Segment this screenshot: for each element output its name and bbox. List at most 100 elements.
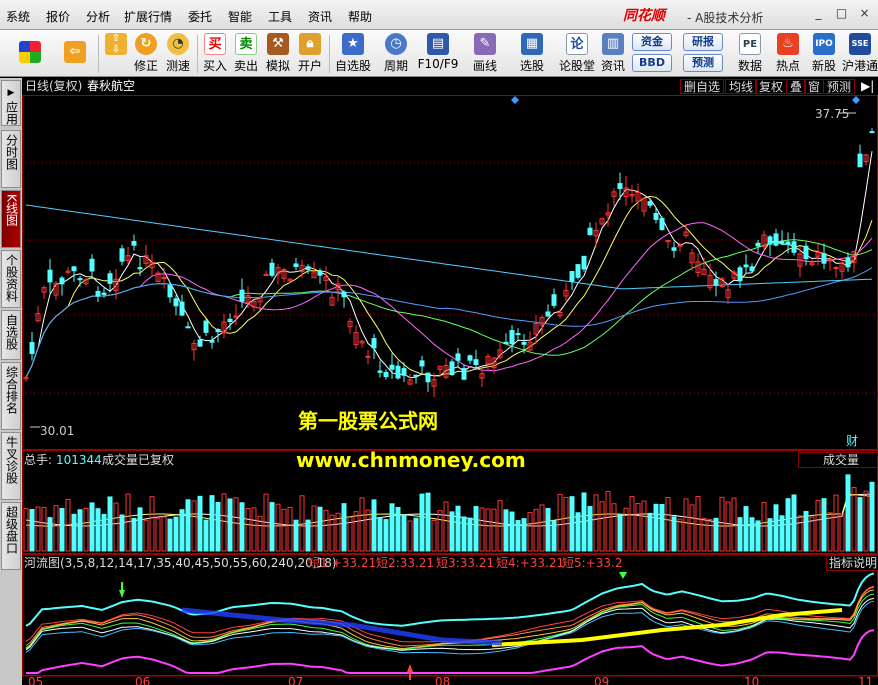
volume-bar	[137, 507, 143, 552]
candle-body	[857, 153, 863, 168]
collapse-panel-icon[interactable]: ▶|	[858, 79, 877, 94]
minimize-button[interactable]: _	[812, 7, 825, 20]
indicator-short1: 短1:+33.21	[308, 556, 377, 570]
toolbar-select-stock-button[interactable]: ▦ 选股	[512, 33, 552, 75]
fund-flow-button[interactable]: 资金	[632, 33, 672, 51]
toolbar-buy-button[interactable]: 买 买入	[200, 33, 230, 75]
close-button[interactable]: ×	[858, 7, 871, 20]
toolbar-open-account-button[interactable]: 🔒︎ 开户	[295, 33, 325, 75]
candle-body	[77, 278, 83, 281]
toolbar-shhk-button[interactable]: SSE 沪港通	[842, 33, 878, 75]
remove-watchlist-button[interactable]: 删自选	[680, 79, 725, 94]
volume-bar	[107, 496, 113, 552]
candle-body	[317, 270, 323, 276]
indicator-help-button[interactable]: 指标说明	[826, 555, 878, 571]
toolbar-fix-button[interactable]: ↻ 修正	[130, 33, 162, 75]
volume-bar	[149, 496, 155, 552]
volume-bar	[311, 505, 317, 552]
candle-body	[107, 273, 113, 284]
menu-tools[interactable]: 工具	[268, 8, 292, 25]
candle-body	[305, 266, 311, 270]
candle-body	[821, 253, 827, 264]
forecast-button[interactable]: 预测	[683, 54, 723, 72]
toolbar-grid-button[interactable]	[14, 33, 46, 75]
toolbar-data-button[interactable]: PE 数据	[734, 33, 766, 75]
candle-body	[179, 301, 185, 316]
toolbar-news-button[interactable]: ▥ 资讯	[598, 33, 628, 75]
volume-bar	[857, 497, 863, 552]
price-grid	[22, 95, 878, 677]
volume-tab[interactable]: 成交量	[798, 452, 878, 468]
tab-intraday[interactable]: 分时图	[1, 130, 21, 188]
volume-bar	[533, 508, 539, 552]
menu-info[interactable]: 资讯	[308, 8, 332, 25]
volume-bar	[719, 496, 725, 552]
candle-body	[203, 320, 209, 333]
up-down-arrow-icon: ⇧ ⇩	[105, 33, 127, 55]
tab-apps[interactable]: ▶ 应用	[1, 80, 21, 126]
kline-chart[interactable]	[22, 95, 878, 685]
volume-bars	[23, 474, 875, 552]
toolbar-ipo-button[interactable]: IPO 新股	[808, 33, 840, 75]
toolbar-back-button[interactable]: ⇦	[58, 33, 92, 75]
volume-bar	[197, 495, 203, 552]
candle-body	[515, 333, 521, 336]
volume-bar	[515, 520, 521, 552]
menu-quote[interactable]: 报价	[46, 8, 70, 25]
toolbar-forum-button[interactable]: 论 论股堂	[556, 33, 598, 75]
select-stock-icon: ▦	[521, 33, 543, 55]
volume-bar	[437, 510, 443, 552]
toolbar-simulate-button[interactable]: ⚒ 模拟	[263, 33, 293, 75]
menu-help[interactable]: 帮助	[348, 8, 372, 25]
financial-badge[interactable]: 财	[846, 434, 858, 448]
research-report-button[interactable]: 研报	[683, 33, 723, 51]
forum-icon: 论	[566, 33, 588, 55]
volume-bar	[479, 507, 485, 552]
shhk-icon: SSE	[849, 33, 871, 55]
forecast-tab-button[interactable]: 预测	[823, 79, 856, 94]
period-label[interactable]: 日线(复权)	[22, 79, 85, 94]
candle-body	[677, 244, 683, 247]
indicator-name[interactable]: 河流图(3,5,8,12,14,17,35,40,45,50,55,60,240…	[24, 556, 337, 570]
volume-bar	[233, 497, 239, 552]
candle-body	[713, 279, 719, 286]
app-logo: 同花顺	[623, 8, 665, 24]
news-icon: ▥	[602, 33, 624, 55]
menu-analysis[interactable]: 分析	[86, 8, 110, 25]
toolbar-watchlist-button[interactable]: ★ 自选股	[333, 33, 373, 75]
volume-bar	[815, 499, 821, 552]
toolbar-speed-button[interactable]: ◔ 测速	[162, 33, 194, 75]
volume-bar	[485, 508, 491, 552]
window-button[interactable]: 窗	[804, 79, 825, 94]
pen-icon: ✎	[474, 33, 496, 55]
volume-bar	[317, 506, 323, 552]
tab-kline[interactable]: K线图	[1, 190, 21, 248]
volume-bar	[245, 508, 251, 552]
candle-body	[659, 217, 665, 231]
maximize-button[interactable]: □	[835, 7, 848, 20]
tab-watchlist[interactable]: 自选股	[1, 310, 21, 360]
toolbar-up-down-button[interactable]: ⇧ ⇩	[101, 33, 131, 75]
toolbar-sell-button[interactable]: 卖 卖出	[231, 33, 261, 75]
overlay-button[interactable]: 叠	[786, 79, 807, 94]
candle-body	[503, 341, 509, 345]
tab-ranking[interactable]: 综合排名	[1, 362, 21, 430]
toolbar-draw-line-button[interactable]: ✎ 画线	[466, 33, 504, 75]
tab-stock-profile[interactable]: 个股资料	[1, 250, 21, 308]
toolbar-f10-button[interactable]: ▤ F10/F9	[416, 33, 460, 75]
f10-icon: ▤	[427, 33, 449, 55]
toolbar-hot-button[interactable]: ♨ 热点	[772, 33, 804, 75]
adjust-button[interactable]: 复权	[755, 79, 788, 94]
toolbar-period-button[interactable]: ◷ 周期	[378, 33, 414, 75]
menu-system[interactable]: 系统	[6, 8, 30, 25]
menu-smart[interactable]: 智能	[228, 8, 252, 25]
tab-diagnosis[interactable]: 牛叉诊股	[1, 432, 21, 500]
menu-trade[interactable]: 委托	[188, 8, 212, 25]
menu-extended-market[interactable]: 扩展行情	[124, 8, 172, 25]
bbd-button[interactable]: BBD	[632, 54, 672, 72]
candle-body	[521, 341, 527, 345]
tab-super-orderbook[interactable]: 超级盘口	[1, 502, 21, 570]
candle-body	[461, 368, 467, 380]
volume-bar	[617, 514, 623, 552]
ma-button[interactable]: 均线	[725, 79, 758, 94]
